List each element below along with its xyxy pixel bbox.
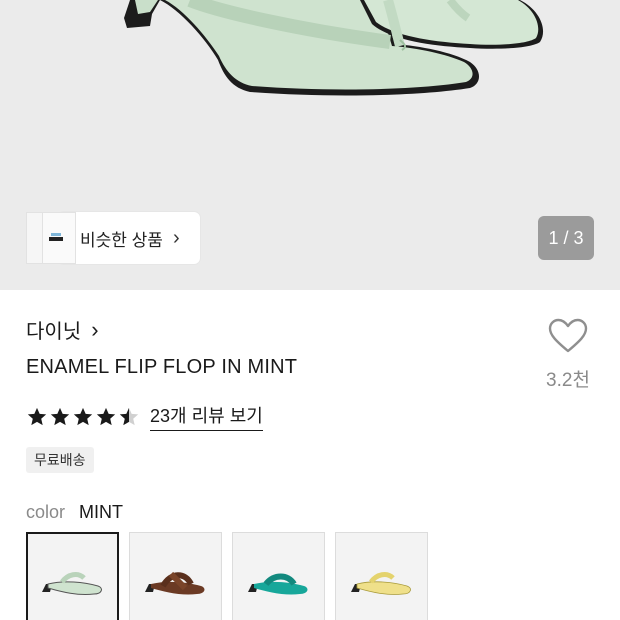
star-full-icon bbox=[27, 407, 47, 425]
product-image-gallery[interactable]: 비슷한 상품 › 1 / 3 bbox=[0, 0, 620, 290]
similar-products-button[interactable]: 비슷한 상품 › bbox=[26, 212, 200, 264]
star-half-icon bbox=[119, 407, 139, 425]
sandal-mint-image bbox=[41, 572, 102, 595]
rating-stars bbox=[26, 406, 140, 428]
star-full-icon bbox=[50, 407, 70, 425]
chevron-right-icon: › bbox=[91, 316, 99, 342]
image-counter: 1 / 3 bbox=[538, 216, 594, 260]
sandal-teal-image bbox=[247, 573, 307, 595]
sandal-yellow-image bbox=[350, 572, 411, 595]
star-full-icon bbox=[96, 407, 116, 425]
swatch-mint[interactable] bbox=[26, 532, 119, 620]
reviews-link[interactable]: 23개 리뷰 보기 bbox=[150, 402, 263, 431]
similar-thumb bbox=[42, 212, 76, 264]
brand-link[interactable]: 다이닛 › bbox=[26, 315, 99, 344]
color-value: MINT bbox=[79, 502, 124, 522]
rating-row: 23개 리뷰 보기 bbox=[26, 402, 263, 431]
like-button[interactable]: 3.2천 bbox=[538, 318, 598, 392]
chevron-right-icon: › bbox=[172, 226, 180, 249]
swatch-yellow[interactable] bbox=[335, 532, 428, 620]
similar-products-thumbnails bbox=[26, 212, 86, 264]
color-label: color bbox=[26, 502, 66, 522]
star-full-icon bbox=[73, 407, 93, 425]
free-shipping-badge: 무료배송 bbox=[26, 447, 94, 473]
like-count: 3.2천 bbox=[546, 370, 590, 391]
similar-products-label: 비슷한 상품 bbox=[80, 230, 163, 250]
brand-name: 다이닛 bbox=[26, 321, 82, 343]
color-swatches bbox=[26, 532, 428, 620]
swatch-brown[interactable] bbox=[129, 532, 222, 620]
swatch-teal[interactable] bbox=[232, 532, 325, 620]
heart-icon bbox=[548, 318, 588, 353]
color-option-row: color MINT bbox=[26, 502, 123, 523]
sandal-brown-image bbox=[144, 571, 204, 595]
product-title: ENAMEL FLIP FLOP IN MINT bbox=[26, 356, 298, 378]
